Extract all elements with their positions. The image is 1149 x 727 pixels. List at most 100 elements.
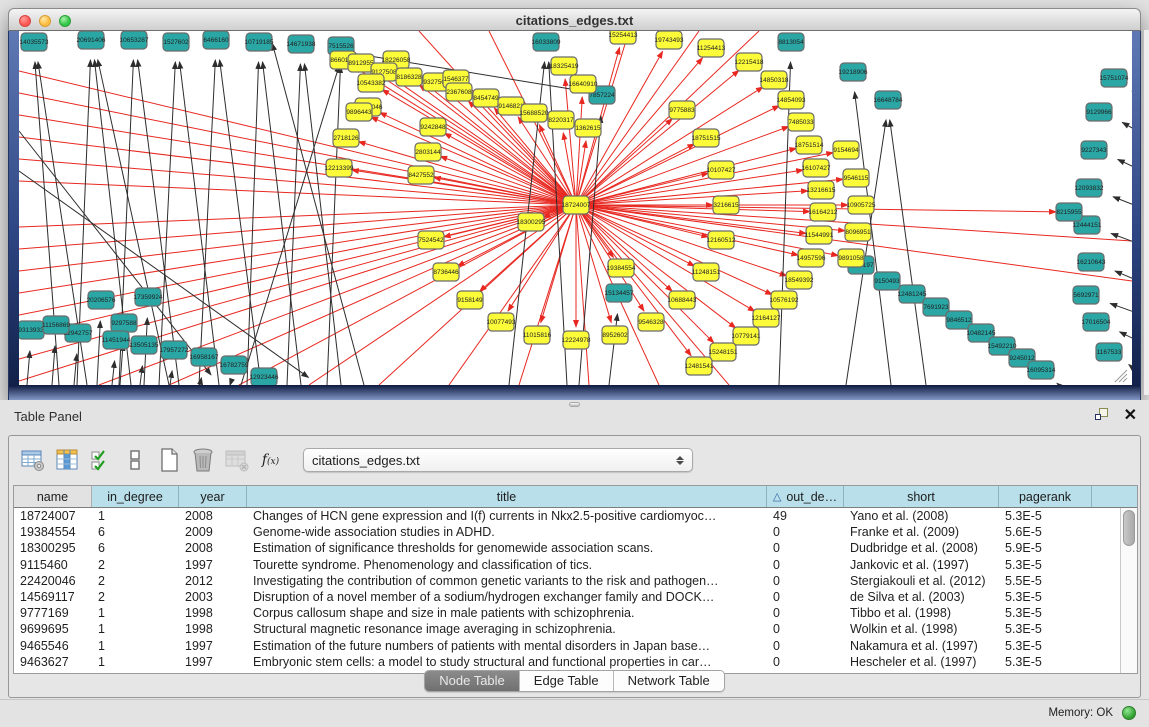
column-header-short[interactable]: short (844, 486, 999, 507)
graph-node[interactable]: 5692971 (1073, 286, 1099, 304)
tab-network-table[interactable]: Network Table (614, 671, 724, 691)
tab-edge-table[interactable]: Edge Table (520, 671, 614, 691)
graph-node[interactable]: 17359924 (134, 288, 163, 306)
graph-node[interactable]: 11015816 (523, 326, 552, 344)
graph-node[interactable]: 11156869 (42, 316, 70, 334)
graph-node[interactable]: 6466160 (203, 31, 229, 49)
graph-node[interactable]: 2718126 (333, 129, 359, 147)
graph-node[interactable]: 9150493 (874, 272, 900, 290)
column-header-pagerank[interactable]: pagerank (999, 486, 1092, 507)
column-select-icon[interactable] (87, 447, 114, 474)
graph-node[interactable]: 8736446 (433, 263, 459, 281)
graph-node[interactable]: 11544991 (805, 226, 834, 244)
graph-node[interactable]: 11248151 (692, 263, 721, 281)
graph-node[interactable]: 16033809 (532, 33, 561, 51)
graph-node[interactable]: 7485033 (788, 113, 814, 131)
table-row[interactable]: 977716911998Corpus callosum shape and si… (14, 605, 1120, 621)
table-row[interactable]: 1456911722003Disruption of a novel membe… (14, 589, 1120, 605)
table-row[interactable]: 946554611997Estimation of the future num… (14, 638, 1120, 654)
graph-node[interactable]: 9242848 (420, 118, 446, 136)
graph-node[interactable]: 13505135 (130, 336, 159, 354)
graph-node[interactable]: 8952602 (602, 326, 628, 344)
graph-node[interactable]: 16958167 (190, 348, 219, 366)
graph-node[interactable]: 1167533 (1096, 343, 1122, 361)
graph-node[interactable]: 8813054 (778, 33, 804, 51)
graph-node[interactable]: 8427552 (408, 166, 434, 184)
graph-node[interactable]: 10653287 (120, 31, 149, 49)
column-view-icon[interactable] (53, 447, 80, 474)
graph-node[interactable]: 9313933 (19, 321, 44, 339)
graph-node[interactable]: 9896443 (346, 103, 372, 121)
graph-node[interactable]: 15751074 (1100, 69, 1129, 87)
graph-node[interactable]: 16782759 (220, 356, 249, 374)
table-scrollbar[interactable] (1120, 508, 1137, 673)
graph-node[interactable]: 15688520 (520, 104, 549, 122)
graph-node[interactable]: 11254413 (697, 39, 726, 57)
graph-node[interactable]: 10543382 (357, 74, 386, 92)
graph-node[interactable]: 18549392 (785, 271, 814, 289)
row-options-icon[interactable] (121, 447, 148, 474)
graph-node[interactable]: 9154694 (833, 141, 859, 159)
graph-node[interactable]: 16164212 (809, 203, 838, 221)
network-graph[interactable]: 14035573 20691406 10653287 1527602 6466160 10… (19, 31, 1132, 385)
graph-node[interactable]: 18325419 (550, 57, 579, 75)
graph-node[interactable]: 12481541 (685, 357, 714, 375)
function-builder-icon[interactable]: f(x) (257, 447, 284, 474)
graph-node[interactable]: 12164127 (752, 309, 781, 327)
graph-node[interactable]: 2803144 (415, 143, 441, 161)
table-selector-dropdown[interactable]: citations_edges.txt (303, 448, 693, 472)
graph-node[interactable]: 7691923 (923, 298, 949, 316)
graph-node[interactable]: 15248151 (709, 343, 738, 361)
graph-node[interactable]: 8220317 (548, 111, 574, 129)
graph-node[interactable]: 12213399 (325, 159, 354, 177)
graph-node[interactable]: 1527602 (163, 33, 189, 51)
graph-node[interactable]: 8186328 (396, 68, 422, 86)
table-row[interactable]: 946362711997Embryonic stem cells: a mode… (14, 654, 1120, 670)
graph-node[interactable]: 9297588 (111, 314, 137, 332)
column-header-title[interactable]: title (247, 486, 767, 507)
graph-node[interactable]: 9891058 (838, 249, 864, 267)
graph-node[interactable]: 19384554 (607, 259, 636, 277)
graph-node[interactable]: 3216615 (713, 196, 739, 214)
graph-node[interactable]: 8215955 (1056, 203, 1082, 221)
graph-node[interactable]: 10107427 (707, 161, 736, 179)
graph-node[interactable]: 9227343 (1081, 141, 1107, 159)
graph-node[interactable]: 8096951 (845, 223, 871, 241)
graph-node[interactable]: 13216615 (807, 181, 836, 199)
table-row[interactable]: 1830029562008Estimation of significance … (14, 540, 1120, 556)
graph-node[interactable]: 14035573 (20, 33, 49, 51)
graph-node[interactable]: 7524542 (418, 231, 444, 249)
graph-node[interactable]: 12093832 (1075, 179, 1104, 197)
graph-node[interactable]: 8912955 (348, 54, 374, 72)
graph-node[interactable]: 9158149 (457, 291, 483, 309)
graph-node[interactable]: 12160512 (707, 231, 736, 249)
graph-node[interactable]: 16210643 (1077, 253, 1106, 271)
graph-node[interactable]: 1362615 (575, 119, 601, 137)
graph-node[interactable]: 9546115 (843, 169, 869, 187)
graph-node[interactable]: 8454749 (473, 89, 499, 107)
network-canvas[interactable]: 14035573 20691406 10653287 1527602 6466160 10… (19, 31, 1132, 385)
graph-node[interactable]: 19743493 (655, 31, 684, 49)
graph-node[interactable]: 16648784 (874, 91, 903, 109)
tab-node-table[interactable]: Node Table (425, 671, 520, 691)
graph-node[interactable]: 20691406 (77, 31, 106, 49)
graph-node[interactable]: 10576192 (770, 291, 799, 309)
graph-node[interactable]: 17957272 (160, 341, 189, 359)
graph-node[interactable]: 10688443 (668, 291, 697, 309)
graph-node[interactable]: 15134457 (605, 284, 634, 302)
delete-column-icon[interactable] (189, 447, 216, 474)
column-header-in_degree[interactable]: in_degree (92, 486, 179, 507)
graph-node[interactable]: 12224978 (562, 331, 591, 349)
graph-node[interactable]: 9546328 (638, 313, 664, 331)
table-settings-icon[interactable] (19, 447, 46, 474)
graph-node[interactable]: 16095314 (1027, 361, 1056, 379)
scrollbar-thumb[interactable] (1123, 510, 1135, 546)
graph-node[interactable]: 18751515 (692, 129, 721, 147)
graph-node[interactable]: 14854093 (777, 91, 806, 109)
column-header-name[interactable]: name (14, 486, 92, 507)
graph-node[interactable]: 16640910 (569, 75, 598, 93)
graph-node[interactable]: 10077493 (487, 313, 516, 331)
column-header-year[interactable]: year (179, 486, 247, 507)
graph-node[interactable]: 2367608 (446, 83, 472, 101)
graph-node[interactable]: 11451944 (102, 331, 131, 349)
